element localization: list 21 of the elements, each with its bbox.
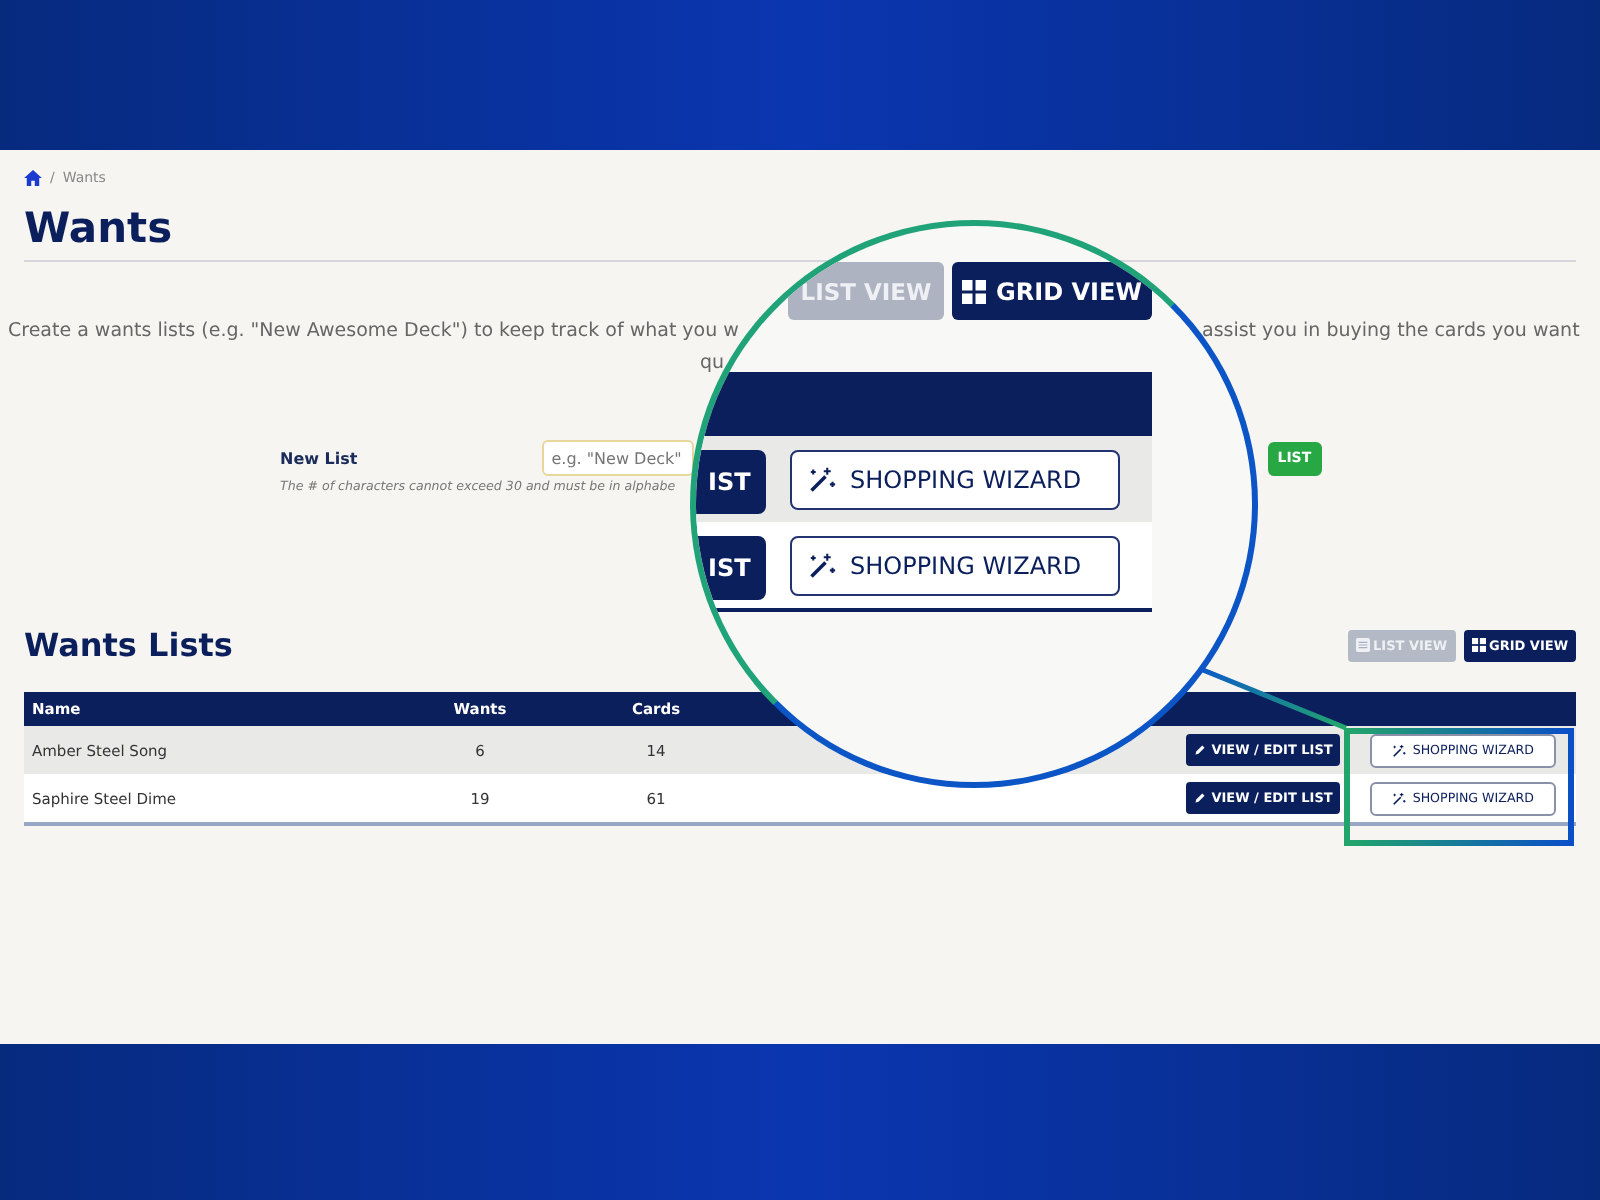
view-button[interactable]: GRID VIEW [952,262,1152,320]
grid-icon [1471,638,1486,652]
shopping-wizard-button[interactable]: SHOPPING WIZARD [790,450,1120,510]
page-title: Wants [24,202,175,254]
pencil-icon [1193,744,1206,756]
shopping-wizard-button[interactable]: SHOPPING WIZARD [790,536,1120,596]
grid-icon [962,279,987,303]
pencil-icon [1193,792,1206,804]
edit-list-button[interactable]: IST [696,450,766,514]
list-name-field[interactable]: e.g. "New Deck" [541,440,694,476]
field-label: New List [280,449,358,467]
magic-wand-icon [808,552,836,580]
magic-wand-icon [1392,743,1407,757]
home-icon[interactable] [24,169,42,185]
edit-list-button[interactable]: IST [696,536,766,600]
description-text: assist you in buying the cards you want [1202,318,1580,344]
section-title: Wants Lists [24,626,233,664]
magic-wand-icon [808,466,836,494]
list-icon [1355,638,1370,652]
magic-wand-icon [1392,791,1407,805]
description-text: qu [700,352,725,374]
